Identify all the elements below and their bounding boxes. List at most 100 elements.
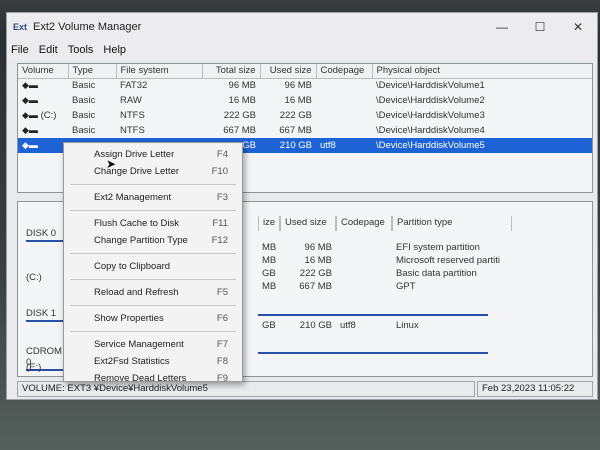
menu-item-shortcut: F12: [211, 235, 228, 246]
menu-item-label: Ext2 Management: [94, 192, 172, 203]
disk-icon: ◆▬: [22, 80, 38, 91]
context-menu-item[interactable]: Copy to Clipboard: [64, 258, 242, 275]
context-menu-item[interactable]: Ext2Fsd Statistics F8: [64, 353, 242, 370]
menu-help[interactable]: Help: [103, 44, 126, 56]
volume-type: Basic: [72, 125, 96, 136]
partition-row[interactable]: MB 16 MB Microsoft reserved partiti: [258, 255, 522, 268]
volume-used: 96 MB: [284, 80, 312, 92]
menu-item-shortcut: F3: [216, 192, 228, 203]
volume-total: 96 MB: [228, 80, 256, 92]
volume-used: 667 MB: [279, 125, 312, 136]
menu-file[interactable]: File: [11, 44, 29, 56]
app-logo-icon: Ext: [13, 22, 28, 32]
maximize-button[interactable]: ☐: [521, 13, 559, 41]
partition-divider: [258, 314, 488, 316]
volume-object: \Device\HarddiskVolume2: [376, 95, 485, 106]
context-menu-item[interactable]: Show Properties F6: [64, 310, 242, 327]
menu-item-shortcut: F10: [211, 166, 228, 177]
volume-total: 222 GB: [223, 110, 256, 121]
context-menu-item[interactable]: Reload and Refresh F5: [64, 284, 242, 301]
partition-row[interactable]: MB 96 MB EFI system partition: [258, 242, 522, 255]
disk-label[interactable]: (E:): [26, 362, 66, 374]
menu-item-label: Remove Dead Letters: [94, 373, 187, 384]
volume-codepage: [316, 108, 372, 123]
partition-divider: [258, 352, 488, 354]
menu-item-shortcut: F5: [216, 287, 228, 298]
context-menu-item[interactable]: Change Partition Type F12: [64, 232, 242, 249]
col-filesystem[interactable]: File system: [116, 64, 203, 79]
col-codepage[interactable]: Codepage: [336, 216, 392, 231]
menu-bar: File Edit Tools Help: [7, 41, 597, 59]
context-menu-item[interactable]: Remove Dead Letters F9: [64, 370, 242, 387]
menu-tools[interactable]: Tools: [68, 44, 94, 56]
status-datetime: Feb 23,2023 11:05:22: [477, 381, 593, 397]
col-partition-type[interactable]: Partition type: [392, 216, 512, 231]
volume-list-header: Volume Type File system Total size Used …: [18, 64, 592, 79]
col-used-size[interactable]: Used size: [280, 216, 336, 231]
volume-codepage: [316, 123, 372, 138]
volume-fs: FAT32: [120, 80, 148, 92]
menu-item-label: Service Management: [94, 339, 184, 350]
disk-list-header: ize Used size Codepage Partition type: [258, 216, 512, 231]
col-size[interactable]: ize: [258, 216, 280, 231]
volume-row[interactable]: ◆▬ Basic FAT32 96 MB 96 MB \Device\Hardd…: [18, 78, 592, 93]
menu-item-label: Copy to Clipboard: [94, 261, 171, 272]
menu-separator: [70, 305, 236, 306]
volume-row[interactable]: ◆▬ (C:) Basic NTFS 222 GB 222 GB \Device…: [18, 108, 592, 123]
col-codepage[interactable]: Codepage: [316, 64, 373, 79]
disk-label[interactable]: (C:): [26, 272, 66, 284]
context-menu: Assign Drive Letter F4 Change Drive Letter…: [63, 142, 243, 384]
partition-row[interactable]: MB 667 MB GPT: [258, 281, 522, 294]
volume-codepage: [316, 78, 372, 93]
col-total-size[interactable]: Total size: [202, 64, 261, 79]
mouse-cursor-icon: ➤: [106, 157, 117, 171]
volume-label: (C:): [40, 110, 57, 121]
disk-label[interactable]: DISK 0: [26, 228, 66, 242]
volume-object: \Device\HarddiskVolume1: [376, 80, 485, 92]
menu-separator: [70, 184, 236, 185]
menu-item-shortcut: F7: [216, 339, 228, 350]
volume-fs: NTFS: [120, 125, 145, 136]
minimize-button[interactable]: —: [483, 13, 521, 41]
menu-separator: [70, 253, 236, 254]
volume-total: 667 MB: [223, 125, 256, 136]
volume-codepage: [316, 93, 372, 108]
volume-type: Basic: [72, 95, 96, 106]
menu-item-shortcut: F6: [216, 313, 228, 324]
volume-object: \Device\HarddiskVolume5: [372, 138, 592, 153]
context-menu-item[interactable]: Ext2 Management F3: [64, 189, 242, 206]
volume-fs: RAW: [120, 95, 142, 106]
col-type[interactable]: Type: [68, 64, 117, 79]
context-menu-item[interactable]: Flush Cache to Disk F11: [64, 215, 242, 232]
volume-object: \Device\HarddiskVolume3: [376, 110, 485, 121]
volume-object: \Device\HarddiskVolume4: [376, 125, 485, 136]
partition-row[interactable]: GB 210 GB utf8 Linux: [258, 320, 522, 333]
menu-edit[interactable]: Edit: [39, 44, 58, 56]
volume-used: 16 MB: [284, 95, 312, 106]
partition-row[interactable]: GB 222 GB Basic data partition: [258, 268, 522, 281]
disk-icon: ◆▬: [22, 110, 38, 120]
context-menu-item[interactable]: Assign Drive Letter F4: [64, 146, 242, 163]
menu-separator: [70, 279, 236, 280]
volume-fs: NTFS: [120, 110, 145, 121]
context-menu-item[interactable]: Service Management F7: [64, 336, 242, 353]
volume-used: 222 GB: [279, 110, 312, 121]
window-title: Ext2 Volume Manager: [33, 21, 142, 33]
menu-item-shortcut: F11: [212, 218, 228, 229]
volume-row[interactable]: ◆▬ Basic RAW 16 MB 16 MB \Device\Harddis…: [18, 93, 592, 108]
col-volume[interactable]: Volume: [18, 64, 69, 79]
menu-item-shortcut: F4: [216, 149, 228, 160]
disk-label[interactable]: DISK 1: [26, 308, 66, 322]
menu-item-label: Reload and Refresh: [94, 287, 179, 298]
menu-item-shortcut: F9: [216, 373, 228, 384]
disk-icon: ◆▬: [22, 95, 38, 105]
title-bar[interactable]: Ext Ext2 Volume Manager — ☐ ✕: [7, 13, 597, 41]
col-physical-object[interactable]: Physical object: [372, 64, 592, 79]
col-used-size[interactable]: Used size: [260, 64, 317, 79]
context-menu-item[interactable]: Change Drive Letter F10: [64, 163, 242, 180]
menu-item-label: Flush Cache to Disk: [94, 218, 180, 229]
close-button[interactable]: ✕: [559, 13, 597, 41]
volume-total: 16 MB: [228, 95, 256, 106]
volume-row[interactable]: ◆▬ Basic NTFS 667 MB 667 MB \Device\Hard…: [18, 123, 592, 138]
volume-type: Basic: [72, 80, 96, 92]
